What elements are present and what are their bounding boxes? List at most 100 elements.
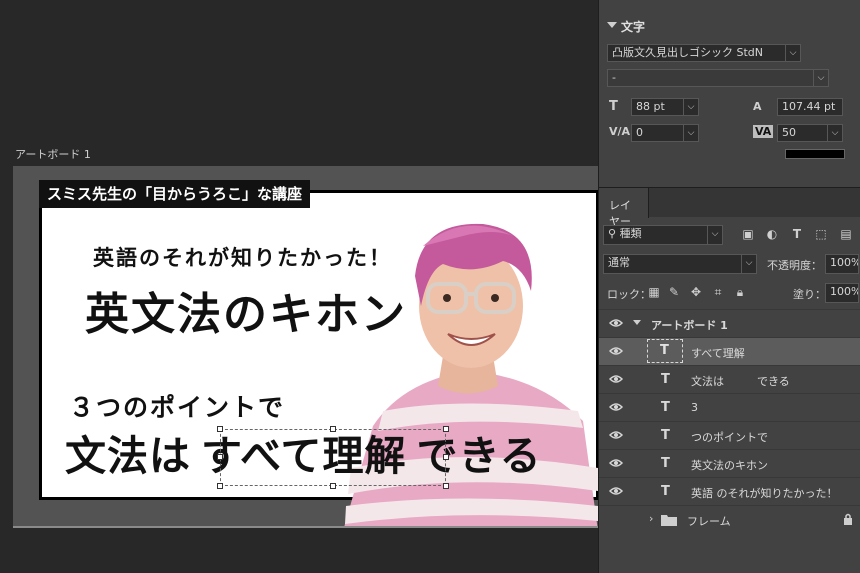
layer-name: つのポイントで	[691, 431, 768, 444]
layer-row[interactable]: T 英文法のキホン	[599, 449, 860, 477]
layer-name: 3	[691, 401, 698, 414]
font-size-field[interactable]: 88 pt ⌵	[631, 98, 699, 116]
font-style-select[interactable]: - ⌵	[607, 69, 829, 87]
opacity-label: 不透明度：	[767, 259, 822, 272]
text-layer-thumbnail: T	[647, 339, 683, 363]
points-line-text[interactable]: ３つのポイントで	[69, 388, 285, 424]
text-layer-icon: T	[661, 400, 670, 415]
eye-icon[interactable]	[609, 402, 623, 412]
font-style-value: -	[612, 71, 616, 84]
layer-row[interactable]: T 英語 のそれが知りたかった！	[599, 477, 860, 505]
big-line-left[interactable]: 文法は	[65, 422, 191, 482]
opacity-field[interactable]: 100%	[825, 254, 859, 274]
layers-tab-bar: レイヤー	[599, 187, 860, 228]
eye-icon[interactable]	[609, 458, 623, 468]
layer-row-folder[interactable]: › フレーム	[599, 505, 860, 533]
layer-name: すべて理解	[691, 347, 745, 360]
eye-icon[interactable]	[609, 346, 623, 356]
eye-icon[interactable]	[609, 486, 623, 496]
blend-mode-select[interactable]: 通常 ⌵	[603, 254, 757, 274]
chevron-right-icon[interactable]: ›	[649, 512, 653, 525]
layer-name: 文法は できる	[691, 375, 790, 388]
transform-handle[interactable]	[443, 483, 449, 489]
layer-name: 英語 のそれが知りたかった！	[691, 487, 838, 500]
transform-handle[interactable]	[330, 426, 336, 432]
lock-icon	[844, 513, 852, 525]
text-layer-icon: T	[661, 428, 670, 443]
tracking-field[interactable]: 50 ⌵	[777, 124, 843, 142]
tracking-icon: VA	[753, 125, 774, 138]
shape-filter-icon[interactable]: ⬚	[814, 227, 828, 241]
kerning-icon: V/A	[609, 125, 631, 138]
opacity-value: 100%	[830, 256, 859, 269]
chevron-down-icon[interactable]: ⌵	[741, 255, 756, 273]
fill-label: 塗り：	[793, 288, 826, 301]
text-layer-icon: T	[661, 372, 670, 387]
banner-text[interactable]: スミス先生の「目からうろこ」な講座	[39, 180, 311, 208]
fill-value: 100%	[830, 285, 859, 298]
text-layer-icon: T	[661, 484, 670, 499]
image-filter-icon[interactable]: ▣	[741, 227, 755, 241]
font-family-value: 凸版文久見出しゴシック StdN	[612, 46, 764, 59]
chevron-down-icon[interactable]: ⌵	[683, 99, 698, 115]
artboard-label[interactable]: アートボード 1	[15, 146, 91, 162]
kerning-field[interactable]: 0 ⌵	[631, 124, 699, 142]
character-panel-header[interactable]: 文字	[599, 18, 860, 36]
transform-handle[interactable]	[330, 483, 336, 489]
layer-filter-select[interactable]: ⚲ 種類 ⌵	[603, 225, 723, 245]
smart-object-filter-icon[interactable]: ▤	[839, 227, 853, 241]
chevron-down-icon[interactable]: ⌵	[683, 125, 698, 141]
transform-handle[interactable]	[443, 426, 449, 432]
lock-position-icon[interactable]: ✥	[689, 285, 703, 299]
kerning-value: 0	[636, 126, 643, 139]
text-color-swatch[interactable]	[785, 149, 845, 159]
layer-name: 英文法のキホン	[691, 459, 768, 472]
artboard-edge	[13, 526, 598, 528]
transform-handle[interactable]	[217, 454, 223, 460]
font-size-icon: T	[609, 99, 618, 114]
photoshop-window: アートボード 1 スミス先生の「目からうろこ」な講座 英語のそれが知りたかった！…	[0, 0, 860, 573]
lock-all-icon[interactable]: 🔒︎	[733, 285, 747, 299]
transform-bounding-box[interactable]	[217, 426, 449, 489]
transform-handle[interactable]	[217, 483, 223, 489]
lock-label: ロック：	[607, 288, 651, 301]
eye-icon[interactable]	[609, 318, 623, 328]
lock-image-icon[interactable]: ✎	[667, 285, 681, 299]
lock-artboard-icon[interactable]: ⌗	[711, 285, 725, 299]
text-layer-icon: T	[661, 456, 670, 471]
adjustment-filter-icon[interactable]: ◐	[765, 227, 779, 241]
search-icon: ⚲	[608, 227, 620, 240]
tracking-value: 50	[782, 126, 796, 139]
tab-layers[interactable]: レイヤー	[599, 188, 649, 228]
chevron-down-icon[interactable]: ⌵	[785, 45, 800, 61]
font-family-select[interactable]: 凸版文久見出しゴシック StdN ⌵	[607, 44, 801, 62]
chevron-down-icon[interactable]: ⌵	[827, 125, 842, 141]
layer-row-selected[interactable]: T すべて理解	[599, 337, 860, 365]
layer-row[interactable]: T 3	[599, 393, 860, 421]
chevron-down-icon[interactable]: ⌵	[813, 70, 828, 86]
layer-name: フレーム	[687, 515, 731, 528]
transform-handle[interactable]	[443, 454, 449, 460]
lock-transparent-icon[interactable]: ▦	[647, 285, 661, 299]
leading-field[interactable]: 107.44 pt	[777, 98, 843, 116]
folder-icon	[661, 515, 677, 526]
filter-kind-value: 種類	[619, 227, 642, 240]
layer-row-artboard[interactable]: アートボード 1	[599, 309, 860, 337]
canvas-area[interactable]: アートボード 1 スミス先生の「目からうろこ」な講座 英語のそれが知りたかった！…	[0, 0, 598, 573]
right-panel: 文字 凸版文久見出しゴシック StdN ⌵ - ⌵ T 88 pt ⌵ A 10…	[598, 0, 860, 573]
collapse-triangle-icon[interactable]	[607, 22, 617, 28]
leading-icon: A	[753, 100, 762, 113]
leading-value: 107.44 pt	[782, 100, 836, 113]
text-filter-icon[interactable]: T	[790, 227, 804, 241]
blend-mode-value: 通常	[608, 256, 630, 269]
fill-field[interactable]: 100%	[825, 283, 859, 303]
layer-row[interactable]: T つのポイントで	[599, 421, 860, 449]
layer-name: アートボード 1	[651, 319, 728, 332]
chevron-down-icon[interactable]	[633, 320, 641, 325]
eye-icon[interactable]	[609, 430, 623, 440]
layer-row[interactable]: T 文法は できる	[599, 365, 860, 393]
eye-icon[interactable]	[609, 374, 623, 384]
artboard[interactable]: スミス先生の「目からうろこ」な講座 英語のそれが知りたかった！ 英文法のキホン …	[13, 166, 598, 526]
chevron-down-icon[interactable]: ⌵	[707, 226, 722, 244]
transform-handle[interactable]	[217, 426, 223, 432]
